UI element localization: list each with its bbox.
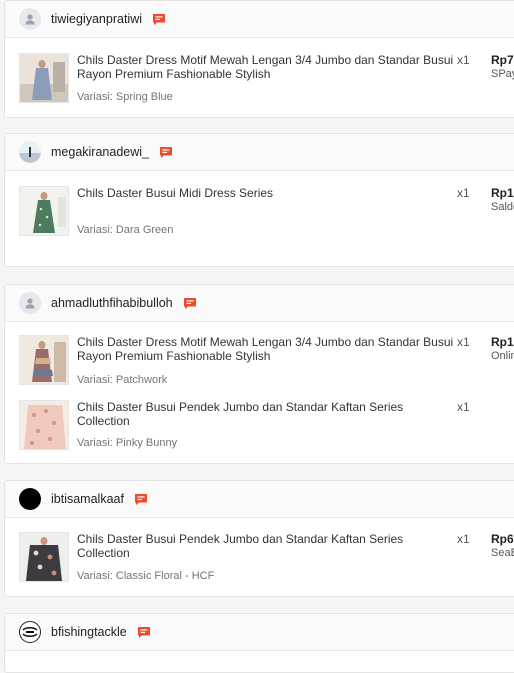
order-total: Rp62 xyxy=(491,532,514,546)
order-header: bfishingtackle xyxy=(5,614,514,651)
buyer-username[interactable]: bfishingtackle xyxy=(51,625,127,639)
item-quantity: x1 xyxy=(457,335,470,349)
payment-method: Saldo xyxy=(491,201,514,213)
payment-method: Onlin xyxy=(491,350,514,362)
order-card: bfishingtackle xyxy=(4,613,514,673)
order-total: Rp78 xyxy=(491,53,514,67)
payment-method: SeaB xyxy=(491,547,514,559)
order-item[interactable]: Chils Daster Busui Pendek Jumbo dan Stan… xyxy=(19,400,514,456)
product-thumbnail[interactable] xyxy=(19,400,69,450)
product-title[interactable]: Chils Daster Busui Pendek Jumbo dan Stan… xyxy=(77,532,455,560)
avatar-icon[interactable] xyxy=(19,141,41,163)
product-thumbnail[interactable] xyxy=(19,532,69,582)
chat-icon[interactable] xyxy=(183,297,197,310)
avatar-icon[interactable] xyxy=(19,621,41,643)
buyer-username[interactable]: megakiranadewi_ xyxy=(51,145,149,159)
avatar-icon[interactable] xyxy=(19,488,41,510)
item-quantity: x1 xyxy=(457,53,470,67)
product-thumbnail[interactable] xyxy=(19,186,69,236)
product-title[interactable]: Chils Daster Busui Pendek Jumbo dan Stan… xyxy=(77,400,455,428)
product-title[interactable]: Chils Daster Busui Midi Dress Series xyxy=(77,186,455,200)
order-header: ibtisamalkaaf xyxy=(5,481,514,518)
order-total: Rp13 xyxy=(491,335,514,349)
order-header: ahmadluthfihabibulloh xyxy=(5,285,514,322)
product-variant: Variasi: Spring Blue xyxy=(77,91,173,103)
order-card: tiwiegiyanpratiwi Chils Daster Dress Mot… xyxy=(4,0,514,118)
chat-icon[interactable] xyxy=(134,493,148,506)
avatar-icon[interactable] xyxy=(19,292,41,314)
product-variant: Variasi: Patchwork xyxy=(77,374,168,386)
product-variant: Variasi: Classic Floral - HCF xyxy=(77,570,215,582)
avatar-icon[interactable] xyxy=(19,8,41,30)
order-item[interactable]: Chils Daster Busui Midi Dress Series Var… xyxy=(19,186,514,242)
buyer-username[interactable]: tiwiegiyanpratiwi xyxy=(51,12,142,26)
chat-icon[interactable] xyxy=(159,146,173,159)
order-card: ibtisamalkaaf Chils Daster Busui Pendek … xyxy=(4,480,514,597)
buyer-username[interactable]: ahmadluthfihabibulloh xyxy=(51,296,173,310)
product-variant: Variasi: Dara Green xyxy=(77,224,174,236)
order-header: tiwiegiyanpratiwi xyxy=(5,1,514,38)
order-item[interactable]: Chils Daster Dress Motif Mewah Lengan 3/… xyxy=(19,335,514,391)
item-quantity: x1 xyxy=(457,186,470,200)
product-variant: Variasi: Pinky Bunny xyxy=(77,437,178,449)
product-thumbnail[interactable] xyxy=(19,335,69,385)
item-quantity: x1 xyxy=(457,400,470,414)
product-thumbnail[interactable] xyxy=(19,53,69,103)
buyer-username[interactable]: ibtisamalkaaf xyxy=(51,492,124,506)
order-header: megakiranadewi_ xyxy=(5,134,514,171)
chat-icon[interactable] xyxy=(152,13,166,26)
order-item[interactable]: Chils Daster Dress Motif Mewah Lengan 3/… xyxy=(19,53,514,109)
product-title[interactable]: Chils Daster Dress Motif Mewah Lengan 3/… xyxy=(77,335,455,363)
item-quantity: x1 xyxy=(457,532,470,546)
order-card: ahmadluthfihabibulloh Chils Daster Dress… xyxy=(4,284,514,464)
order-item[interactable]: Chils Daster Busui Pendek Jumbo dan Stan… xyxy=(19,532,514,588)
payment-method: SPay xyxy=(491,68,514,80)
product-title[interactable]: Chils Daster Dress Motif Mewah Lengan 3/… xyxy=(77,53,455,81)
chat-icon[interactable] xyxy=(137,626,151,639)
order-total: Rp1 xyxy=(491,186,514,200)
order-card: megakiranadewi_ Chils Daster Busui Midi … xyxy=(4,133,514,267)
